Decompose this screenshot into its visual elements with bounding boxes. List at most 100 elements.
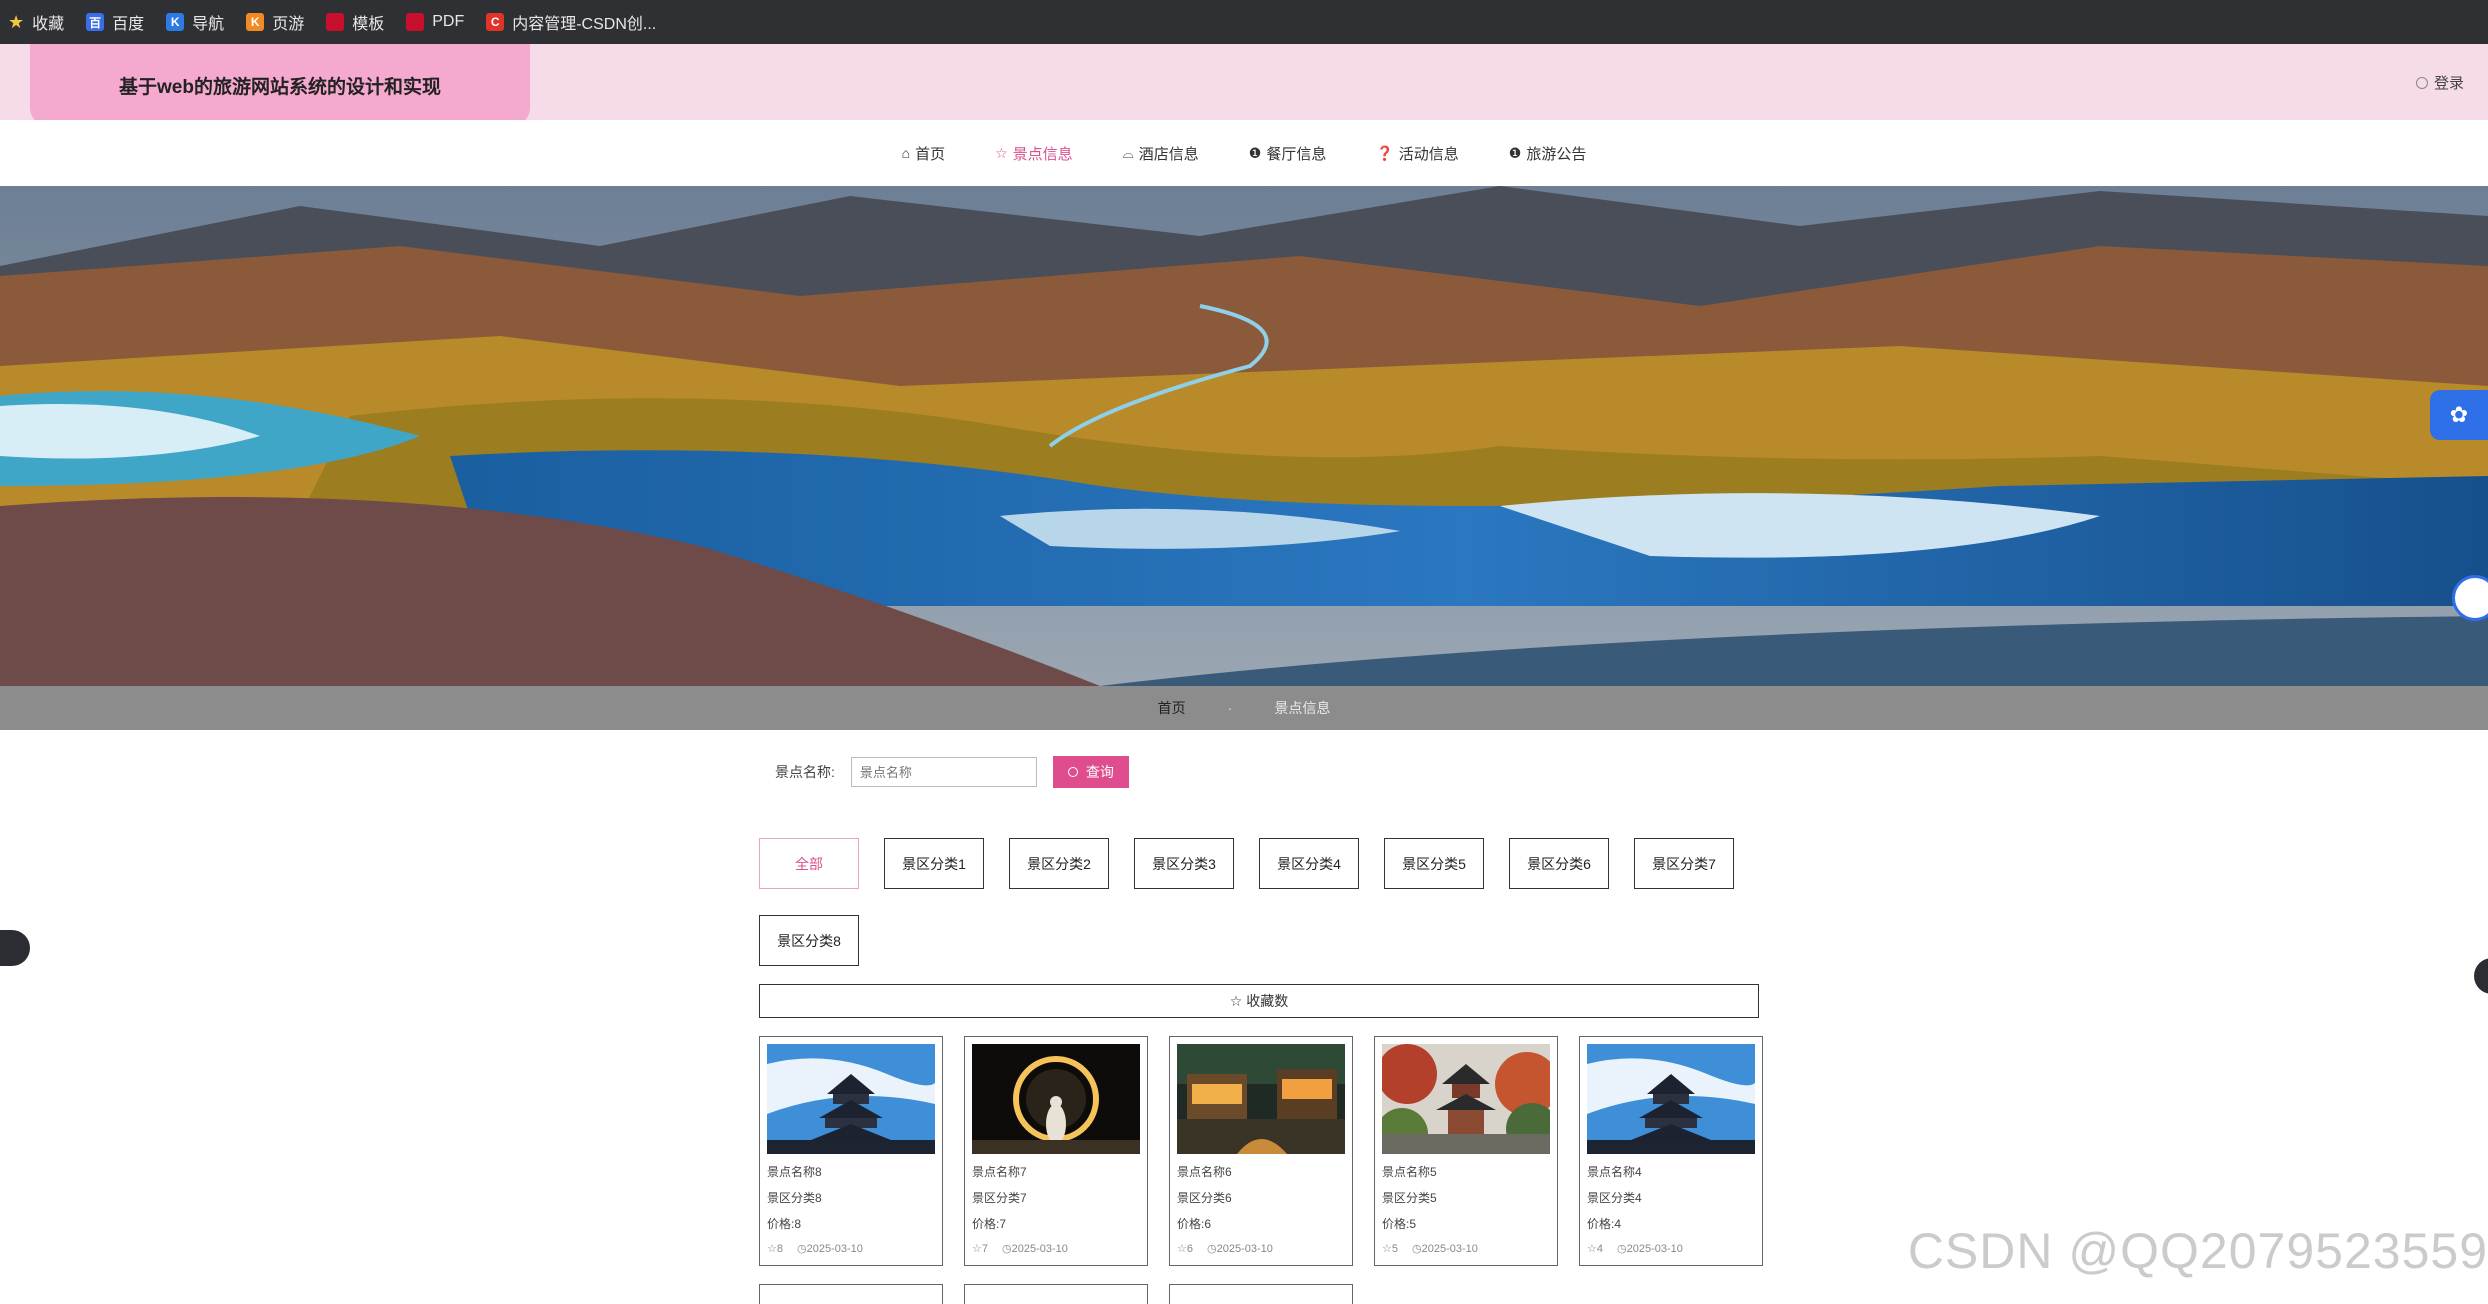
attraction-card[interactable]: 景点名称6 景区分类6 价格:6 ☆6 ◷2025-03-10 bbox=[1169, 1036, 1353, 1266]
attraction-image bbox=[972, 1044, 1140, 1154]
attraction-category: 景区分类8 bbox=[767, 1191, 822, 1205]
attraction-price: 价格:6 bbox=[1177, 1217, 1212, 1231]
sort-by-favorites[interactable]: ☆ 收藏数 bbox=[759, 984, 1759, 1018]
nav-home[interactable]: ⌂ 首页 bbox=[902, 143, 945, 164]
attraction-meta: ☆4 ◷2025-03-10 bbox=[1587, 1242, 1755, 1255]
flower-icon: ✿ bbox=[2449, 402, 2469, 427]
hotel-icon: ⌓ bbox=[1122, 144, 1134, 161]
attraction-image bbox=[1177, 1044, 1345, 1154]
category-all[interactable]: 全部 bbox=[759, 838, 859, 889]
login-link[interactable]: 登录 bbox=[2415, 72, 2464, 93]
category-5[interactable]: 景区分类5 bbox=[1384, 838, 1484, 889]
attraction-category: 景区分类7 bbox=[972, 1191, 1027, 1205]
clock-icon: ◷ bbox=[1412, 1243, 1422, 1255]
nav-label: 旅游公告 bbox=[1526, 145, 1587, 163]
category-7[interactable]: 景区分类7 bbox=[1634, 838, 1734, 889]
favorites-count: ☆8 bbox=[767, 1242, 783, 1255]
bookmark-label: 页游 bbox=[272, 16, 305, 33]
attraction-category: 景区分类6 bbox=[1177, 1191, 1232, 1205]
category-8[interactable]: 景区分类8 bbox=[759, 915, 859, 966]
category-1[interactable]: 景区分类1 bbox=[884, 838, 984, 889]
attraction-card-partial[interactable] bbox=[759, 1284, 943, 1304]
site-title-box: 基于web的旅游网站系统的设计和实现 bbox=[30, 44, 530, 126]
bookmark-baidu[interactable]: 百百度 bbox=[86, 10, 144, 34]
category-4[interactable]: 景区分类4 bbox=[1259, 838, 1359, 889]
category-3[interactable]: 景区分类3 bbox=[1134, 838, 1234, 889]
attraction-card-partial[interactable] bbox=[964, 1284, 1148, 1304]
clock-icon: ◷ bbox=[1002, 1243, 1012, 1255]
bookmark-favorites[interactable]: ★ 收藏 bbox=[8, 10, 64, 34]
attraction-card[interactable]: 景点名称5 景区分类5 价格:5 ☆5 ◷2025-03-10 bbox=[1374, 1036, 1558, 1266]
nav-label: 酒店信息 bbox=[1138, 145, 1199, 163]
info-icon: ❶ bbox=[1248, 144, 1262, 161]
nav-label: 景点信息 bbox=[1012, 145, 1073, 163]
publish-date: ◷2025-03-10 bbox=[1207, 1242, 1273, 1255]
category-6[interactable]: 景区分类6 bbox=[1509, 838, 1609, 889]
nav-hotels[interactable]: ⌓ 酒店信息 bbox=[1123, 143, 1199, 164]
publish-date: ◷2025-03-10 bbox=[1617, 1242, 1683, 1255]
bookmark-games[interactable]: K 页游 bbox=[246, 10, 304, 34]
favorites-count: ☆5 bbox=[1382, 1242, 1398, 1255]
attraction-category: 景区分类5 bbox=[1382, 1191, 1437, 1205]
star-outline-icon: ☆ bbox=[1382, 1243, 1392, 1255]
floating-side-tab[interactable] bbox=[2474, 958, 2488, 994]
nav-announcements[interactable]: ❶ 旅游公告 bbox=[1509, 143, 1587, 164]
search-input[interactable] bbox=[850, 757, 1037, 787]
info-icon: ❶ bbox=[1508, 144, 1522, 161]
attraction-category: 景区分类4 bbox=[1587, 1191, 1642, 1205]
floating-helper-tab[interactable] bbox=[0, 930, 30, 966]
clock-icon: ◷ bbox=[1207, 1243, 1217, 1255]
bookmark-label: PDF bbox=[432, 13, 465, 30]
search-button[interactable]: 查询 bbox=[1052, 756, 1129, 788]
attraction-card[interactable]: 景点名称8 景区分类8 价格:8 ☆8 ◷2025-03-10 bbox=[759, 1036, 943, 1266]
main-nav: ⌂ 首页 ☆ 景点信息 ⌓ 酒店信息 ❶ 餐厅信息 ❓ 活动信息 ❶ 旅游公告 bbox=[0, 120, 2488, 186]
landscape-image bbox=[0, 186, 2488, 686]
category-filter: 全部 景区分类1 景区分类2 景区分类3 景区分类4 景区分类5 景区分类6 景… bbox=[759, 838, 1759, 966]
nav-label: 活动信息 bbox=[1398, 145, 1459, 163]
category-2[interactable]: 景区分类2 bbox=[1009, 838, 1109, 889]
date-value: 2025-03-10 bbox=[1216, 1243, 1273, 1255]
attraction-card[interactable]: 景点名称7 景区分类7 价格:7 ☆7 ◷2025-03-10 bbox=[964, 1036, 1148, 1266]
bookmark-pdf[interactable]: PDF bbox=[406, 13, 464, 31]
bookmarks-bar: ★ 收藏 百百度 K 导航 K 页游 模板 PDF C 内容管理-CSDN创... bbox=[0, 0, 2488, 44]
attraction-name: 景点名称6 bbox=[1177, 1165, 1232, 1179]
home-icon: ⌂ bbox=[901, 145, 911, 161]
pdf-icon bbox=[406, 13, 425, 31]
favorites-count: ☆6 bbox=[1177, 1242, 1193, 1255]
nav-label: 首页 bbox=[915, 145, 946, 163]
attraction-name: 景点名称8 bbox=[767, 1165, 822, 1179]
nav-label: 餐厅信息 bbox=[1266, 145, 1327, 163]
star-outline-icon: ☆ bbox=[1229, 992, 1243, 1009]
attraction-price: 价格:8 bbox=[767, 1217, 802, 1231]
bookmark-label: 内容管理-CSDN创... bbox=[512, 16, 657, 33]
breadcrumb-current: 景点信息 bbox=[1274, 700, 1331, 716]
favorites-count: ☆4 bbox=[1587, 1242, 1603, 1255]
bookmark-nav[interactable]: K 导航 bbox=[166, 10, 224, 34]
sort-label: 收藏数 bbox=[1246, 993, 1289, 1009]
clock-icon: ◷ bbox=[797, 1243, 807, 1255]
publish-date: ◷2025-03-10 bbox=[1412, 1242, 1478, 1255]
favorites-value: 7 bbox=[981, 1243, 988, 1255]
bookmark-label: 导航 bbox=[192, 16, 225, 33]
attraction-meta: ☆6 ◷2025-03-10 bbox=[1177, 1242, 1345, 1255]
search-label: 景点名称: bbox=[775, 764, 835, 780]
attraction-card-partial[interactable] bbox=[1169, 1284, 1353, 1304]
attraction-list-next-row bbox=[759, 1284, 1353, 1304]
star-icon: ★ bbox=[8, 11, 25, 32]
floating-assistant-button[interactable]: ✿ bbox=[2430, 390, 2488, 440]
publish-date: ◷2025-03-10 bbox=[797, 1242, 863, 1255]
nav-activities[interactable]: ❓ 活动信息 bbox=[1376, 143, 1458, 164]
bookmark-label: 百度 bbox=[112, 16, 145, 33]
breadcrumb-home[interactable]: 首页 bbox=[1158, 698, 1186, 718]
hero-banner[interactable] bbox=[0, 186, 2488, 686]
nav-restaurants[interactable]: ❶ 餐厅信息 bbox=[1249, 143, 1327, 164]
date-value: 2025-03-10 bbox=[806, 1243, 863, 1255]
watermark: CSDN @QQ2079523559 bbox=[1907, 1223, 2488, 1279]
favorites-value: 8 bbox=[776, 1243, 783, 1255]
bookmark-csdn[interactable]: C 内容管理-CSDN创... bbox=[486, 10, 656, 34]
bookmark-label: 收藏 bbox=[32, 16, 65, 33]
bookmark-template[interactable]: 模板 bbox=[326, 10, 384, 34]
attraction-price: 价格:4 bbox=[1587, 1217, 1622, 1231]
attraction-card[interactable]: 景点名称4 景区分类4 价格:4 ☆4 ◷2025-03-10 bbox=[1579, 1036, 1763, 1266]
nav-attractions[interactable]: ☆ 景点信息 bbox=[995, 143, 1073, 164]
